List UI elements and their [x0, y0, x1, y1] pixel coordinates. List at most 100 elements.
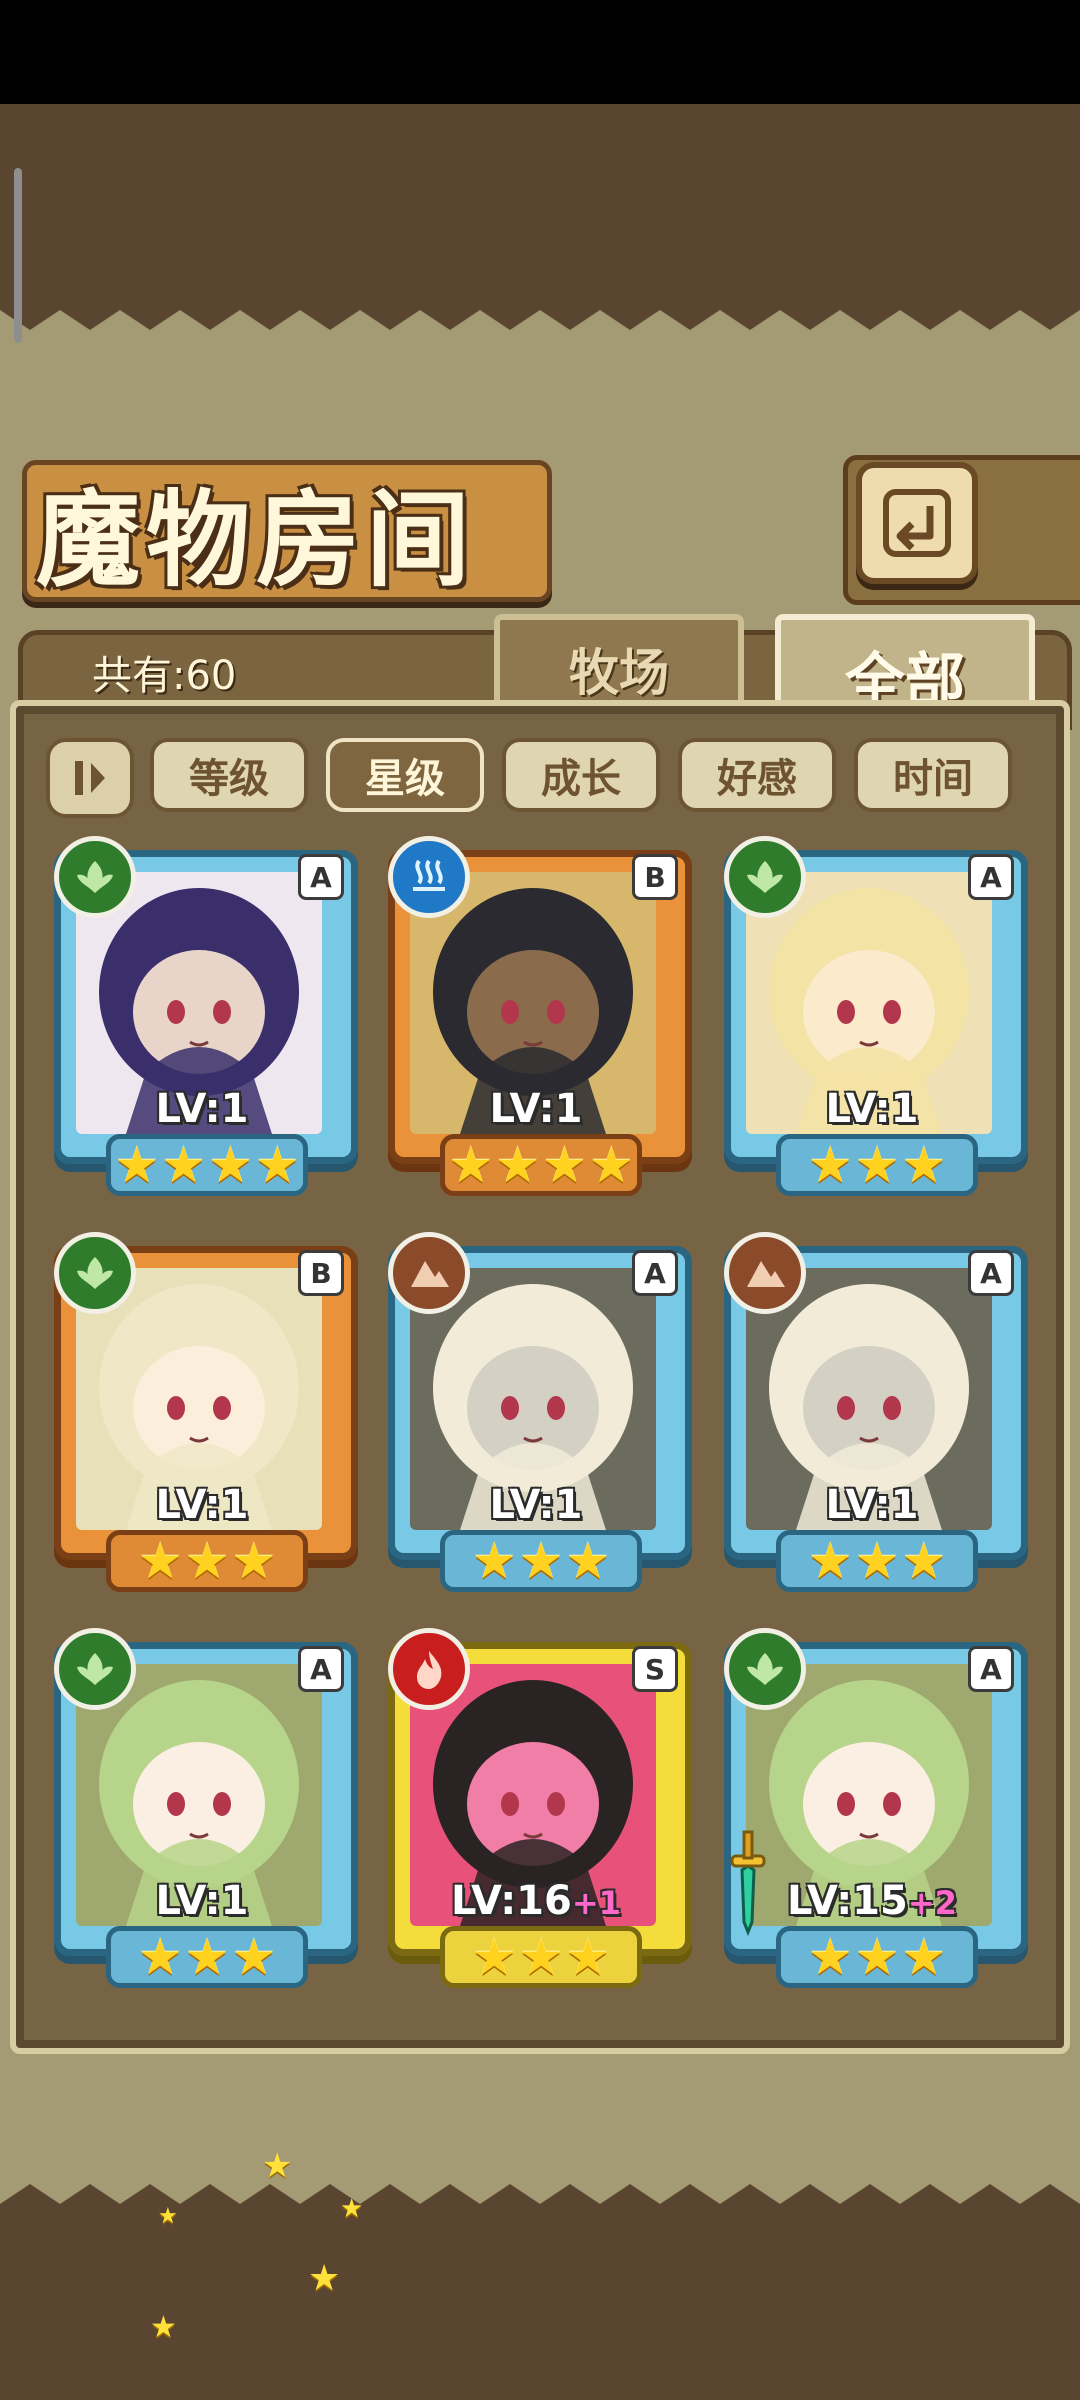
sparkle-star-icon: ★ — [262, 2146, 293, 2186]
monster-card[interactable]: A LV:1 ★ ★ ★ — [54, 1628, 358, 1988]
star-icon: ★ — [565, 1532, 611, 1590]
filter-growth[interactable]: 成长 — [502, 738, 660, 812]
star-rating: ★ ★ ★ — [440, 1926, 642, 1988]
leaf-icon — [77, 861, 113, 893]
leaf-icon — [77, 1653, 113, 1685]
star-rating: ★ ★ ★ ★ — [106, 1134, 308, 1196]
monster-card[interactable]: A LV:1 ★ ★ ★ — [724, 836, 1028, 1196]
enhance-plus: +2 — [907, 1884, 957, 1922]
rank-badge: A — [968, 1250, 1014, 1296]
monster-level: LV:1 — [388, 1482, 684, 1528]
sparkle-star-icon: ★ — [150, 2310, 177, 2345]
monster-level: LV:1 — [54, 1878, 350, 1924]
monster-card[interactable]: A LV:1 ★ ★ ★ ★ — [54, 836, 358, 1196]
bottom-map-band — [0, 2210, 1080, 2400]
element-badge — [724, 836, 806, 918]
filter-stars[interactable]: 星级 — [326, 738, 484, 812]
star-rating: ★ ★ ★ — [106, 1926, 308, 1988]
star-icon: ★ — [588, 1136, 634, 1194]
monster-card[interactable]: S LV:16+1 ★ ★ ★ — [388, 1628, 692, 1988]
return-arrow-icon — [883, 489, 951, 557]
star-icon: ★ — [854, 1532, 900, 1590]
monster-level: LV:16+1 — [388, 1878, 684, 1924]
rank-badge: A — [298, 1646, 344, 1692]
star-icon: ★ — [161, 1136, 206, 1194]
monster-card[interactable]: A LV:15+2 ★ ★ ★ — [724, 1628, 1028, 1988]
sort-order-toggle[interactable] — [46, 738, 134, 818]
leaf-icon — [747, 1653, 783, 1685]
element-badge — [54, 1232, 136, 1314]
element-badge — [724, 1232, 806, 1314]
star-rating: ★ ★ ★ — [776, 1926, 978, 1988]
element-badge — [54, 1628, 136, 1710]
star-icon: ★ — [901, 1532, 947, 1590]
star-icon: ★ — [854, 1928, 900, 1986]
monster-card[interactable]: A LV:1 ★ ★ ★ — [388, 1232, 692, 1592]
rank-badge: S — [632, 1646, 678, 1692]
leaf-icon — [747, 861, 783, 893]
star-icon: ★ — [901, 1928, 947, 1986]
star-icon: ★ — [231, 1532, 277, 1590]
monster-level: LV:1 — [54, 1086, 350, 1132]
top-zigzag-edge — [0, 290, 1080, 330]
monster-level: LV:15+2 — [724, 1878, 1020, 1924]
star-icon: ★ — [542, 1136, 587, 1194]
element-badge — [54, 836, 136, 918]
element-badge — [388, 1628, 470, 1710]
level-text: LV:1 — [489, 1086, 583, 1132]
monster-card[interactable]: A LV:1 ★ ★ ★ — [724, 1232, 1028, 1592]
monster-level: LV:1 — [724, 1482, 1020, 1528]
page-title: 魔物房间 — [36, 478, 477, 601]
star-icon: ★ — [137, 1928, 183, 1986]
star-icon: ★ — [518, 1532, 564, 1590]
back-button[interactable] — [856, 462, 978, 584]
sort-order-icon — [75, 761, 105, 795]
monster-level: LV:1 — [724, 1086, 1020, 1132]
sparkle-star-icon: ★ — [308, 2258, 341, 2299]
level-text: LV:1 — [155, 1878, 249, 1924]
filter-time[interactable]: 时间 — [854, 738, 1012, 812]
star-icon: ★ — [448, 1136, 494, 1194]
monster-count: 共有:60 — [92, 653, 237, 699]
star-icon: ★ — [854, 1136, 900, 1194]
enhance-plus: +1 — [571, 1884, 621, 1922]
monster-card[interactable]: B LV:1 ★ ★ ★ — [54, 1232, 358, 1592]
element-badge — [724, 1628, 806, 1710]
star-icon: ★ — [184, 1532, 230, 1590]
leaf-icon — [77, 1257, 113, 1289]
filter-affection[interactable]: 好感 — [678, 738, 836, 812]
mountain-icon — [411, 1261, 449, 1287]
star-icon: ★ — [495, 1136, 540, 1194]
mountain-icon — [747, 1261, 785, 1287]
rank-badge: B — [632, 854, 678, 900]
level-text: LV:1 — [155, 1086, 249, 1132]
level-text: LV:1 — [489, 1482, 583, 1528]
filter-level[interactable]: 等级 — [150, 738, 308, 812]
monster-level: LV:1 — [54, 1482, 350, 1528]
star-icon: ★ — [184, 1928, 230, 1986]
rank-badge: A — [632, 1250, 678, 1296]
star-icon: ★ — [807, 1532, 853, 1590]
star-icon: ★ — [208, 1136, 253, 1194]
rank-badge: A — [968, 1646, 1014, 1692]
sparkle-star-icon: ★ — [340, 2194, 364, 2224]
star-rating: ★ ★ ★ ★ — [440, 1134, 642, 1196]
star-icon: ★ — [137, 1532, 183, 1590]
rank-badge: A — [968, 854, 1014, 900]
star-icon: ★ — [807, 1136, 853, 1194]
star-icon: ★ — [471, 1928, 517, 1986]
monster-level: LV:1 — [388, 1086, 684, 1132]
sparkle-star-icon: ★ — [158, 2204, 178, 2229]
scroll-indicator[interactable] — [14, 168, 22, 343]
filter-bar: 等级 星级 成长 好感 时间 — [46, 736, 1012, 818]
status-bar — [0, 0, 1080, 104]
wave-icon — [413, 859, 445, 891]
level-text: LV:16 — [451, 1878, 572, 1924]
star-icon: ★ — [565, 1928, 611, 1986]
monster-card[interactable]: B LV:1 ★ ★ ★ ★ — [388, 836, 692, 1196]
star-icon: ★ — [254, 1136, 300, 1194]
star-icon: ★ — [807, 1928, 853, 1986]
star-icon: ★ — [518, 1928, 564, 1986]
rank-badge: B — [298, 1250, 344, 1296]
star-icon: ★ — [901, 1136, 947, 1194]
